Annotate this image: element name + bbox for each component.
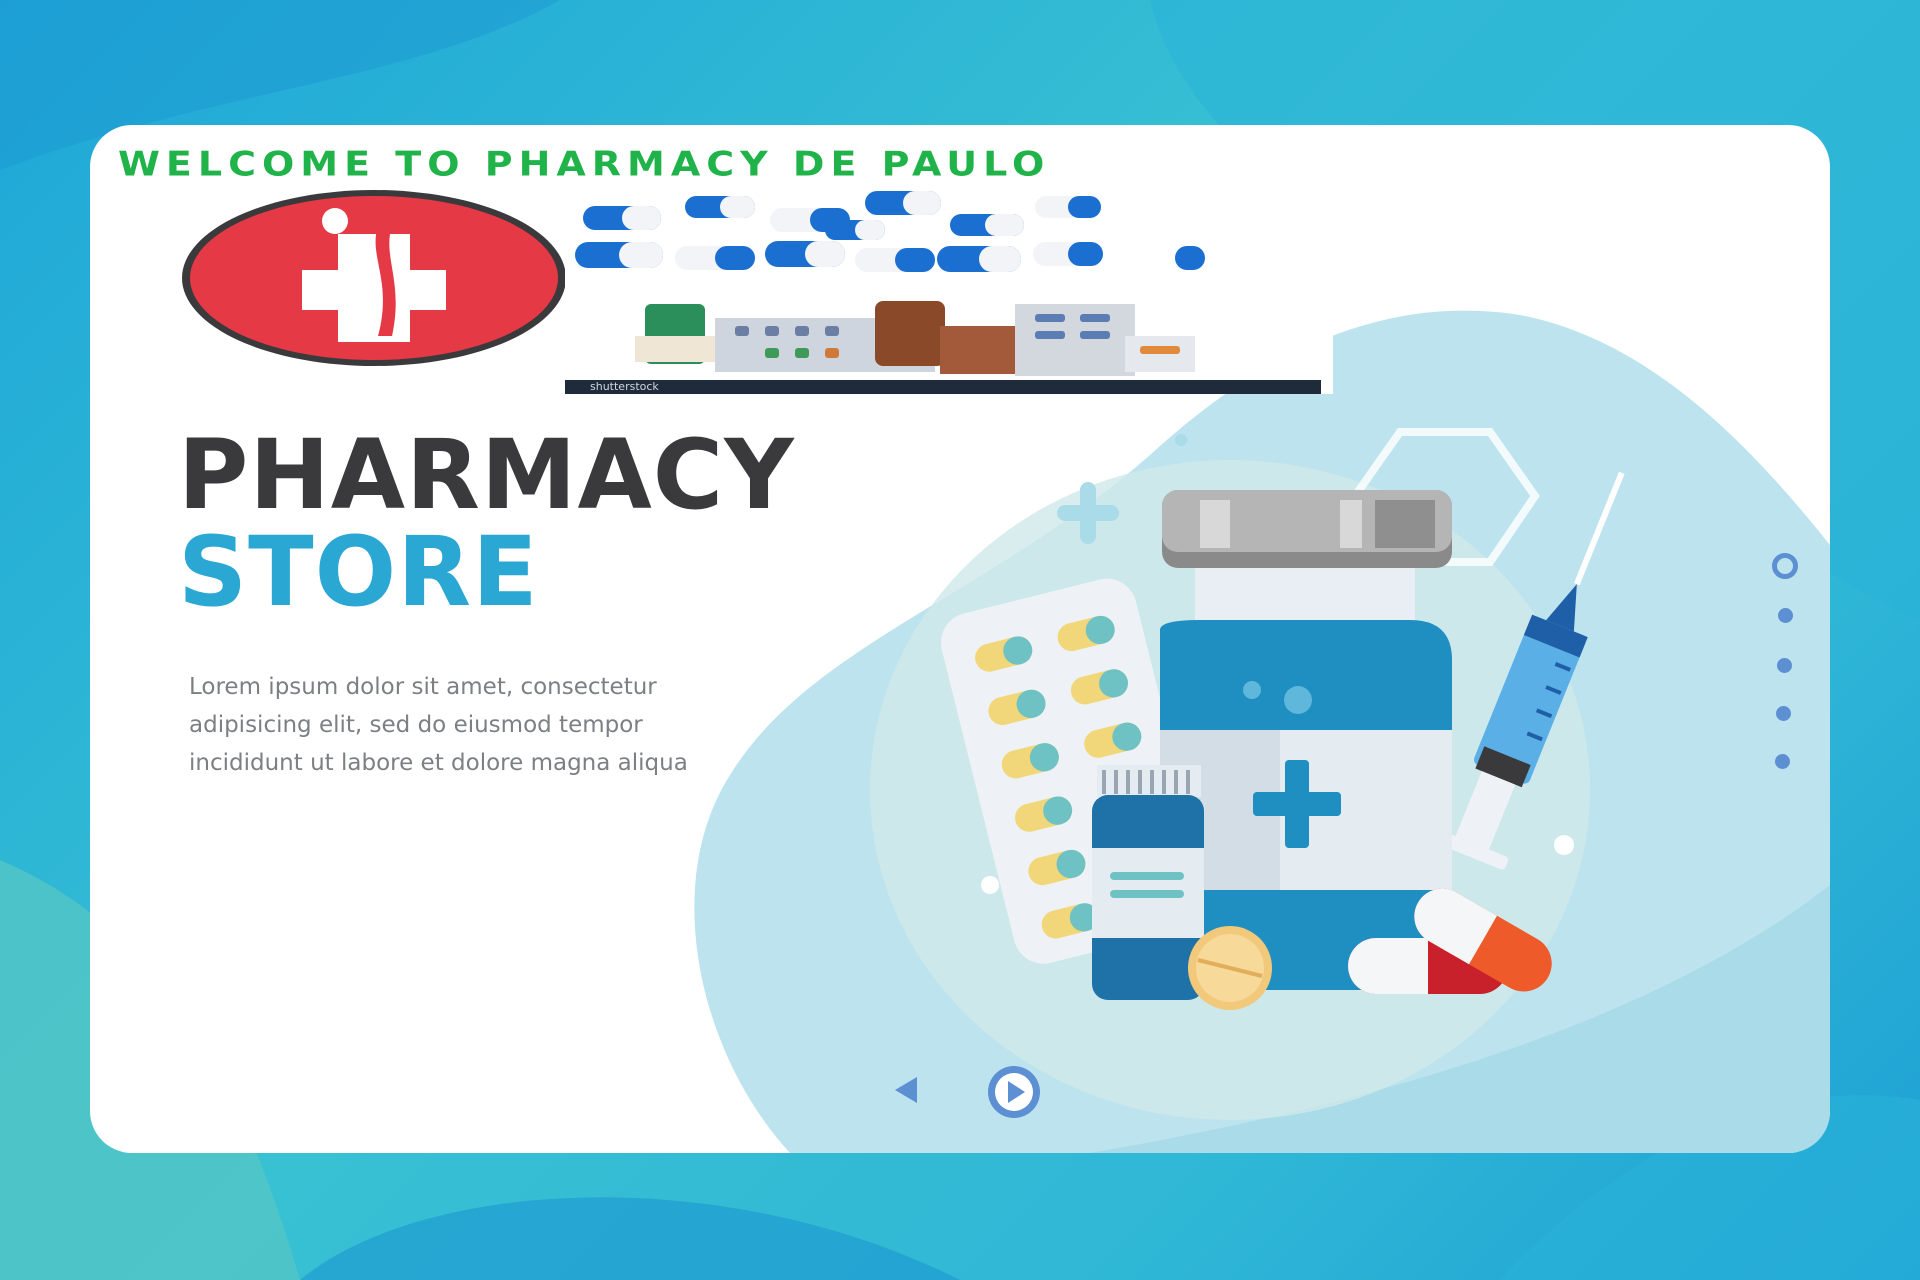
slider-dot-2[interactable]: [1778, 608, 1793, 623]
chevron-left-icon: [895, 1077, 917, 1103]
slider-dot-4[interactable]: [1776, 706, 1791, 721]
small-bottle-icon: [1092, 765, 1204, 1000]
slider-dot-1[interactable]: [1772, 553, 1798, 579]
play-right-icon: [995, 1073, 1033, 1111]
prev-slide-button[interactable]: [893, 1075, 919, 1105]
slider-dot-5[interactable]: [1775, 754, 1790, 769]
tablet-icon: [1188, 926, 1272, 1010]
pharmacy-illustration: [870, 428, 1625, 1120]
slider-dot-3[interactable]: [1777, 658, 1792, 673]
next-slide-button[interactable]: [988, 1066, 1040, 1118]
slider-dot-navigation: [1770, 553, 1800, 773]
